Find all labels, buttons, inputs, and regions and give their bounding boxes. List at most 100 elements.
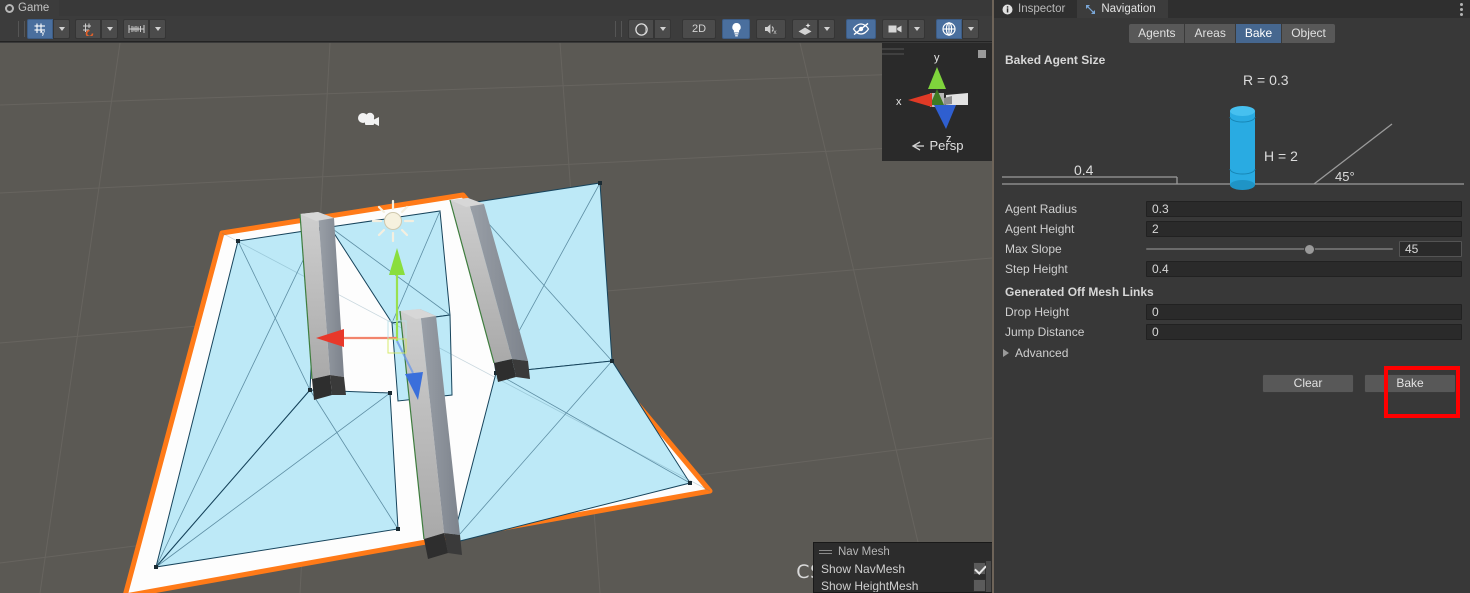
shaded-sphere-icon-button[interactable] xyxy=(628,19,654,39)
slider-track xyxy=(1146,248,1393,250)
show-heightmesh-label: Show HeightMesh xyxy=(821,578,919,593)
max-slope-slider-wrap: 45 xyxy=(1146,241,1462,257)
kebab-menu-icon[interactable] xyxy=(1460,3,1463,16)
unity-editor-window: Game y 2D x y x z Persp Nav Mesh Show Na… xyxy=(0,0,1470,593)
row-max-slope: Max Slope 45 xyxy=(994,239,1462,259)
diagram-step-label: 0.4 xyxy=(1074,162,1094,178)
effects-dropdown-button[interactable] xyxy=(818,19,835,39)
chevron-down-icon xyxy=(106,26,113,31)
svg-text:x: x xyxy=(773,29,777,36)
effects-icon-button[interactable] xyxy=(792,19,818,39)
chevron-down-icon xyxy=(913,27,920,31)
tab-inspector[interactable]: Inspector xyxy=(994,0,1078,18)
scene-toolbar: y 2D x xyxy=(0,16,992,42)
baked-agent-size-fields: Agent Radius 0.3 Agent Height 2 Max Slop… xyxy=(994,199,1470,279)
scene-orientation-gizmo[interactable]: y x z Persp xyxy=(882,43,992,161)
step-height-input[interactable]: 0.4 xyxy=(1146,261,1462,277)
tab-agents[interactable]: Agents xyxy=(1129,23,1186,43)
tab-bake[interactable]: Bake xyxy=(1235,23,1283,43)
toggle-2d-label: 2D xyxy=(691,23,707,35)
shading-mode-group xyxy=(628,19,671,39)
clear-button[interactable]: Clear xyxy=(1262,373,1354,393)
navmesh-overlay-title: Nav Mesh xyxy=(838,545,890,558)
row-jump-distance: Jump Distance 0 xyxy=(994,322,1462,342)
row-step-height: Step Height 0.4 xyxy=(994,259,1462,279)
tab-navigation[interactable]: Navigation xyxy=(1077,0,1168,18)
pivot-dropdown-button[interactable] xyxy=(53,18,70,39)
inspector-tabbar: Inspector Navigation xyxy=(994,0,1470,18)
agent-radius-label: Agent Radius xyxy=(1005,202,1078,216)
show-heightmesh-checkbox[interactable] xyxy=(973,579,986,592)
scene-tabbar: Game xyxy=(0,0,992,16)
tab-areas[interactable]: Areas xyxy=(1185,23,1236,43)
agent-radius-input[interactable]: 0.3 xyxy=(1146,201,1462,217)
row-agent-radius: Agent Radius 0.3 xyxy=(994,199,1462,219)
grid-snap-icon-button[interactable] xyxy=(75,18,101,39)
slider-handle[interactable] xyxy=(1304,243,1316,255)
chevron-down-icon xyxy=(154,26,161,31)
scene-visibility-off-icon-button[interactable] xyxy=(846,19,876,39)
tab-game[interactable]: Game xyxy=(0,0,60,16)
agent-height-label: Agent Height xyxy=(1005,222,1075,236)
overlay-scrollbar[interactable] xyxy=(986,561,991,592)
max-slope-slider[interactable] xyxy=(1146,241,1393,257)
agent-height-input[interactable]: 2 xyxy=(1146,221,1462,237)
light-gizmo xyxy=(371,199,415,243)
overlay-row-show-heightmesh[interactable]: Show HeightMesh xyxy=(814,577,992,593)
scene-camera-icon-button[interactable] xyxy=(882,19,908,39)
show-navmesh-checkbox[interactable] xyxy=(973,562,986,575)
off-mesh-links-fields: Drop Height 0 Jump Distance 0 xyxy=(994,302,1470,342)
grid-size-group xyxy=(123,18,166,39)
drop-height-input[interactable]: 0 xyxy=(1146,304,1462,320)
advanced-foldout[interactable]: Advanced xyxy=(994,342,1470,364)
diagram-height-label: H = 2 xyxy=(1264,148,1298,164)
row-drop-height: Drop Height 0 xyxy=(994,302,1462,322)
toggle-2d-button[interactable]: 2D xyxy=(682,19,716,39)
baked-agent-size-title: Baked Agent Size xyxy=(1005,53,1106,67)
agent-cylinder xyxy=(1229,106,1256,190)
game-view-icon xyxy=(5,4,14,13)
effects-group xyxy=(792,19,835,39)
snap-tool-group xyxy=(75,18,118,39)
max-slope-input[interactable]: 45 xyxy=(1399,241,1462,257)
toolbar-grip[interactable] xyxy=(18,20,25,37)
max-slope-label: Max Slope xyxy=(1005,242,1062,256)
navigation-panel: Inspector Navigation Agents Areas Bake O… xyxy=(992,0,1470,593)
svg-text:y: y xyxy=(934,52,940,64)
row-agent-height: Agent Height 2 xyxy=(994,219,1462,239)
snap-dropdown-button[interactable] xyxy=(101,18,118,39)
gizmos-dropdown-button[interactable] xyxy=(962,19,979,39)
bake-button[interactable]: Bake xyxy=(1364,373,1456,393)
tab-inspector-label: Inspector xyxy=(1018,3,1066,15)
drag-handle-icon[interactable] xyxy=(819,548,832,555)
shading-dropdown-button[interactable] xyxy=(654,19,671,39)
scene-viewport[interactable]: y x z Persp xyxy=(0,43,992,593)
chevron-down-icon xyxy=(823,27,830,31)
advanced-label: Advanced xyxy=(1015,346,1069,360)
chevron-down-icon xyxy=(58,26,65,31)
gizmos-icon-button[interactable] xyxy=(936,19,962,39)
scene-camera-group xyxy=(882,19,925,39)
overlay-row-show-navmesh[interactable]: Show NavMesh xyxy=(814,560,992,577)
navigation-mode-tabs: Agents Areas Bake Object xyxy=(1129,23,1335,43)
lighting-toggle-button[interactable] xyxy=(722,19,750,39)
jump-distance-input[interactable]: 0 xyxy=(1146,324,1462,340)
generated-off-mesh-links-title: Generated Off Mesh Links xyxy=(1005,285,1154,299)
tab-object[interactable]: Object xyxy=(1282,23,1335,43)
grid-size-dropdown-button[interactable] xyxy=(149,18,166,39)
step-height-label: Step Height xyxy=(1005,262,1068,276)
drop-height-label: Drop Height xyxy=(1005,305,1070,319)
toolbar-grip-right[interactable] xyxy=(615,21,622,37)
audio-mute-button[interactable]: x xyxy=(756,19,786,39)
chevron-down-icon xyxy=(659,27,666,31)
scene-camera-dropdown-button[interactable] xyxy=(908,19,925,39)
jump-distance-label: Jump Distance xyxy=(1005,325,1085,339)
svg-text:y: y xyxy=(41,30,45,36)
lock-perspective-icon xyxy=(911,140,924,151)
diagram-radius-label: R = 0.3 xyxy=(1243,72,1289,88)
grid-axis-y-icon-button[interactable]: y xyxy=(27,18,53,39)
gizmos-group xyxy=(936,19,979,39)
navmesh-display-overlay[interactable]: Nav Mesh Show NavMesh Show HeightMesh xyxy=(813,542,993,593)
grid-size-ruler-icon-button[interactable] xyxy=(123,18,149,39)
navmesh-overlay-header[interactable]: Nav Mesh xyxy=(814,543,992,560)
